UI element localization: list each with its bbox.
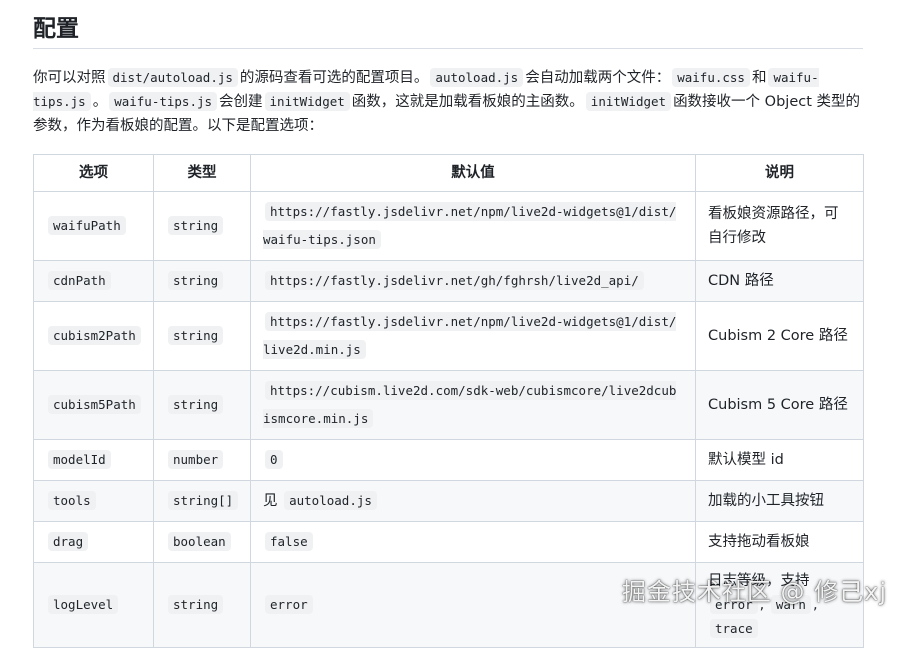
option-default: false xyxy=(265,532,313,551)
option-description: 支持拖动看板娘 xyxy=(695,521,864,563)
intro-paragraph: 你可以对照 dist/autoload.js 的源码查看可选的配置项目。 autolo… xyxy=(33,66,863,138)
table-row: waifuPath string https://fastly.jsdelivr… xyxy=(33,191,864,261)
intro-text: 的源码查看可选的配置项目。 xyxy=(239,70,429,86)
option-name: drag xyxy=(48,532,89,551)
header-type: 类型 xyxy=(153,154,251,192)
inline-code: initWidget xyxy=(264,92,350,111)
option-default: 0 xyxy=(265,450,283,469)
option-name: tools xyxy=(48,491,96,510)
option-name: cubism5Path xyxy=(48,395,141,414)
option-default: https://fastly.jsdelivr.net/npm/live2d-w… xyxy=(263,202,677,249)
table-row: tools string[] 见 autoload.js 加载的小工具按钮 xyxy=(33,480,864,522)
header-description: 说明 xyxy=(695,154,864,192)
option-type: boolean xyxy=(168,532,231,551)
inline-code: waifu.css xyxy=(672,68,750,87)
page-title: 配置 xyxy=(33,0,863,49)
inline-code: waifu-tips.js xyxy=(109,92,218,111)
intro-text: 函数，这就是加载看板娘的主函数。 xyxy=(351,94,584,110)
option-type: number xyxy=(168,450,224,469)
table-row: cubism2Path string https://fastly.jsdeli… xyxy=(33,301,864,371)
option-description: 默认模型 id xyxy=(695,439,864,481)
option-description: Cubism 5 Core 路径 xyxy=(695,370,864,440)
site-watermark: 掘金技术社区 @ 修己xj xyxy=(621,578,887,606)
option-name: modelId xyxy=(48,450,111,469)
option-name: cubism2Path xyxy=(48,326,141,345)
option-type: string xyxy=(168,326,224,345)
intro-text: 你可以对照 xyxy=(33,70,106,86)
option-default-prefix: 见 xyxy=(263,493,278,509)
header-option: 选项 xyxy=(33,154,154,192)
option-default: https://cubism.live2d.com/sdk-web/cubism… xyxy=(263,381,677,428)
option-type: string xyxy=(168,216,224,235)
header-default: 默认值 xyxy=(250,154,696,192)
table-row: cdnPath string https://fastly.jsdelivr.n… xyxy=(33,260,864,302)
option-description: 加载的小工具按钮 xyxy=(695,480,864,522)
option-description: CDN 路径 xyxy=(695,260,864,302)
content: 配置 你可以对照 dist/autoload.js 的源码查看可选的配置项目。 aut… xyxy=(33,0,864,648)
option-default: https://fastly.jsdelivr.net/gh/fghrsh/li… xyxy=(265,271,644,290)
option-default: https://fastly.jsdelivr.net/npm/live2d-w… xyxy=(263,312,677,359)
option-type: string[] xyxy=(168,491,239,510)
option-default: autoload.js xyxy=(284,491,377,510)
table-header-row: 选项 类型 默认值 说明 xyxy=(33,154,864,192)
inline-code: initWidget xyxy=(585,92,672,111)
intro-text: 会自动加载两个文件： xyxy=(525,70,671,86)
table-row: drag boolean false 支持拖动看板娘 xyxy=(33,521,864,563)
option-description: 看板娘资源路径，可自行修改 xyxy=(695,191,864,261)
inline-code: dist/autoload.js xyxy=(107,68,238,87)
intro-text: 。 xyxy=(92,94,108,110)
intro-text: 会创建 xyxy=(219,94,263,110)
inline-code: autoload.js xyxy=(430,68,524,87)
option-name: waifuPath xyxy=(48,216,126,235)
table-row: modelId number 0 默认模型 id xyxy=(33,439,864,481)
option-type: string xyxy=(168,271,224,290)
option-default: error xyxy=(265,595,313,614)
option-name: logLevel xyxy=(48,595,119,614)
option-name: cdnPath xyxy=(48,271,111,290)
option-description: Cubism 2 Core 路径 xyxy=(695,301,864,371)
inline-code: trace xyxy=(710,619,758,638)
option-type: string xyxy=(168,595,224,614)
table-row: cubism5Path string https://cubism.live2d… xyxy=(33,370,864,440)
intro-text: 和 xyxy=(751,70,767,86)
option-type: string xyxy=(168,395,224,414)
